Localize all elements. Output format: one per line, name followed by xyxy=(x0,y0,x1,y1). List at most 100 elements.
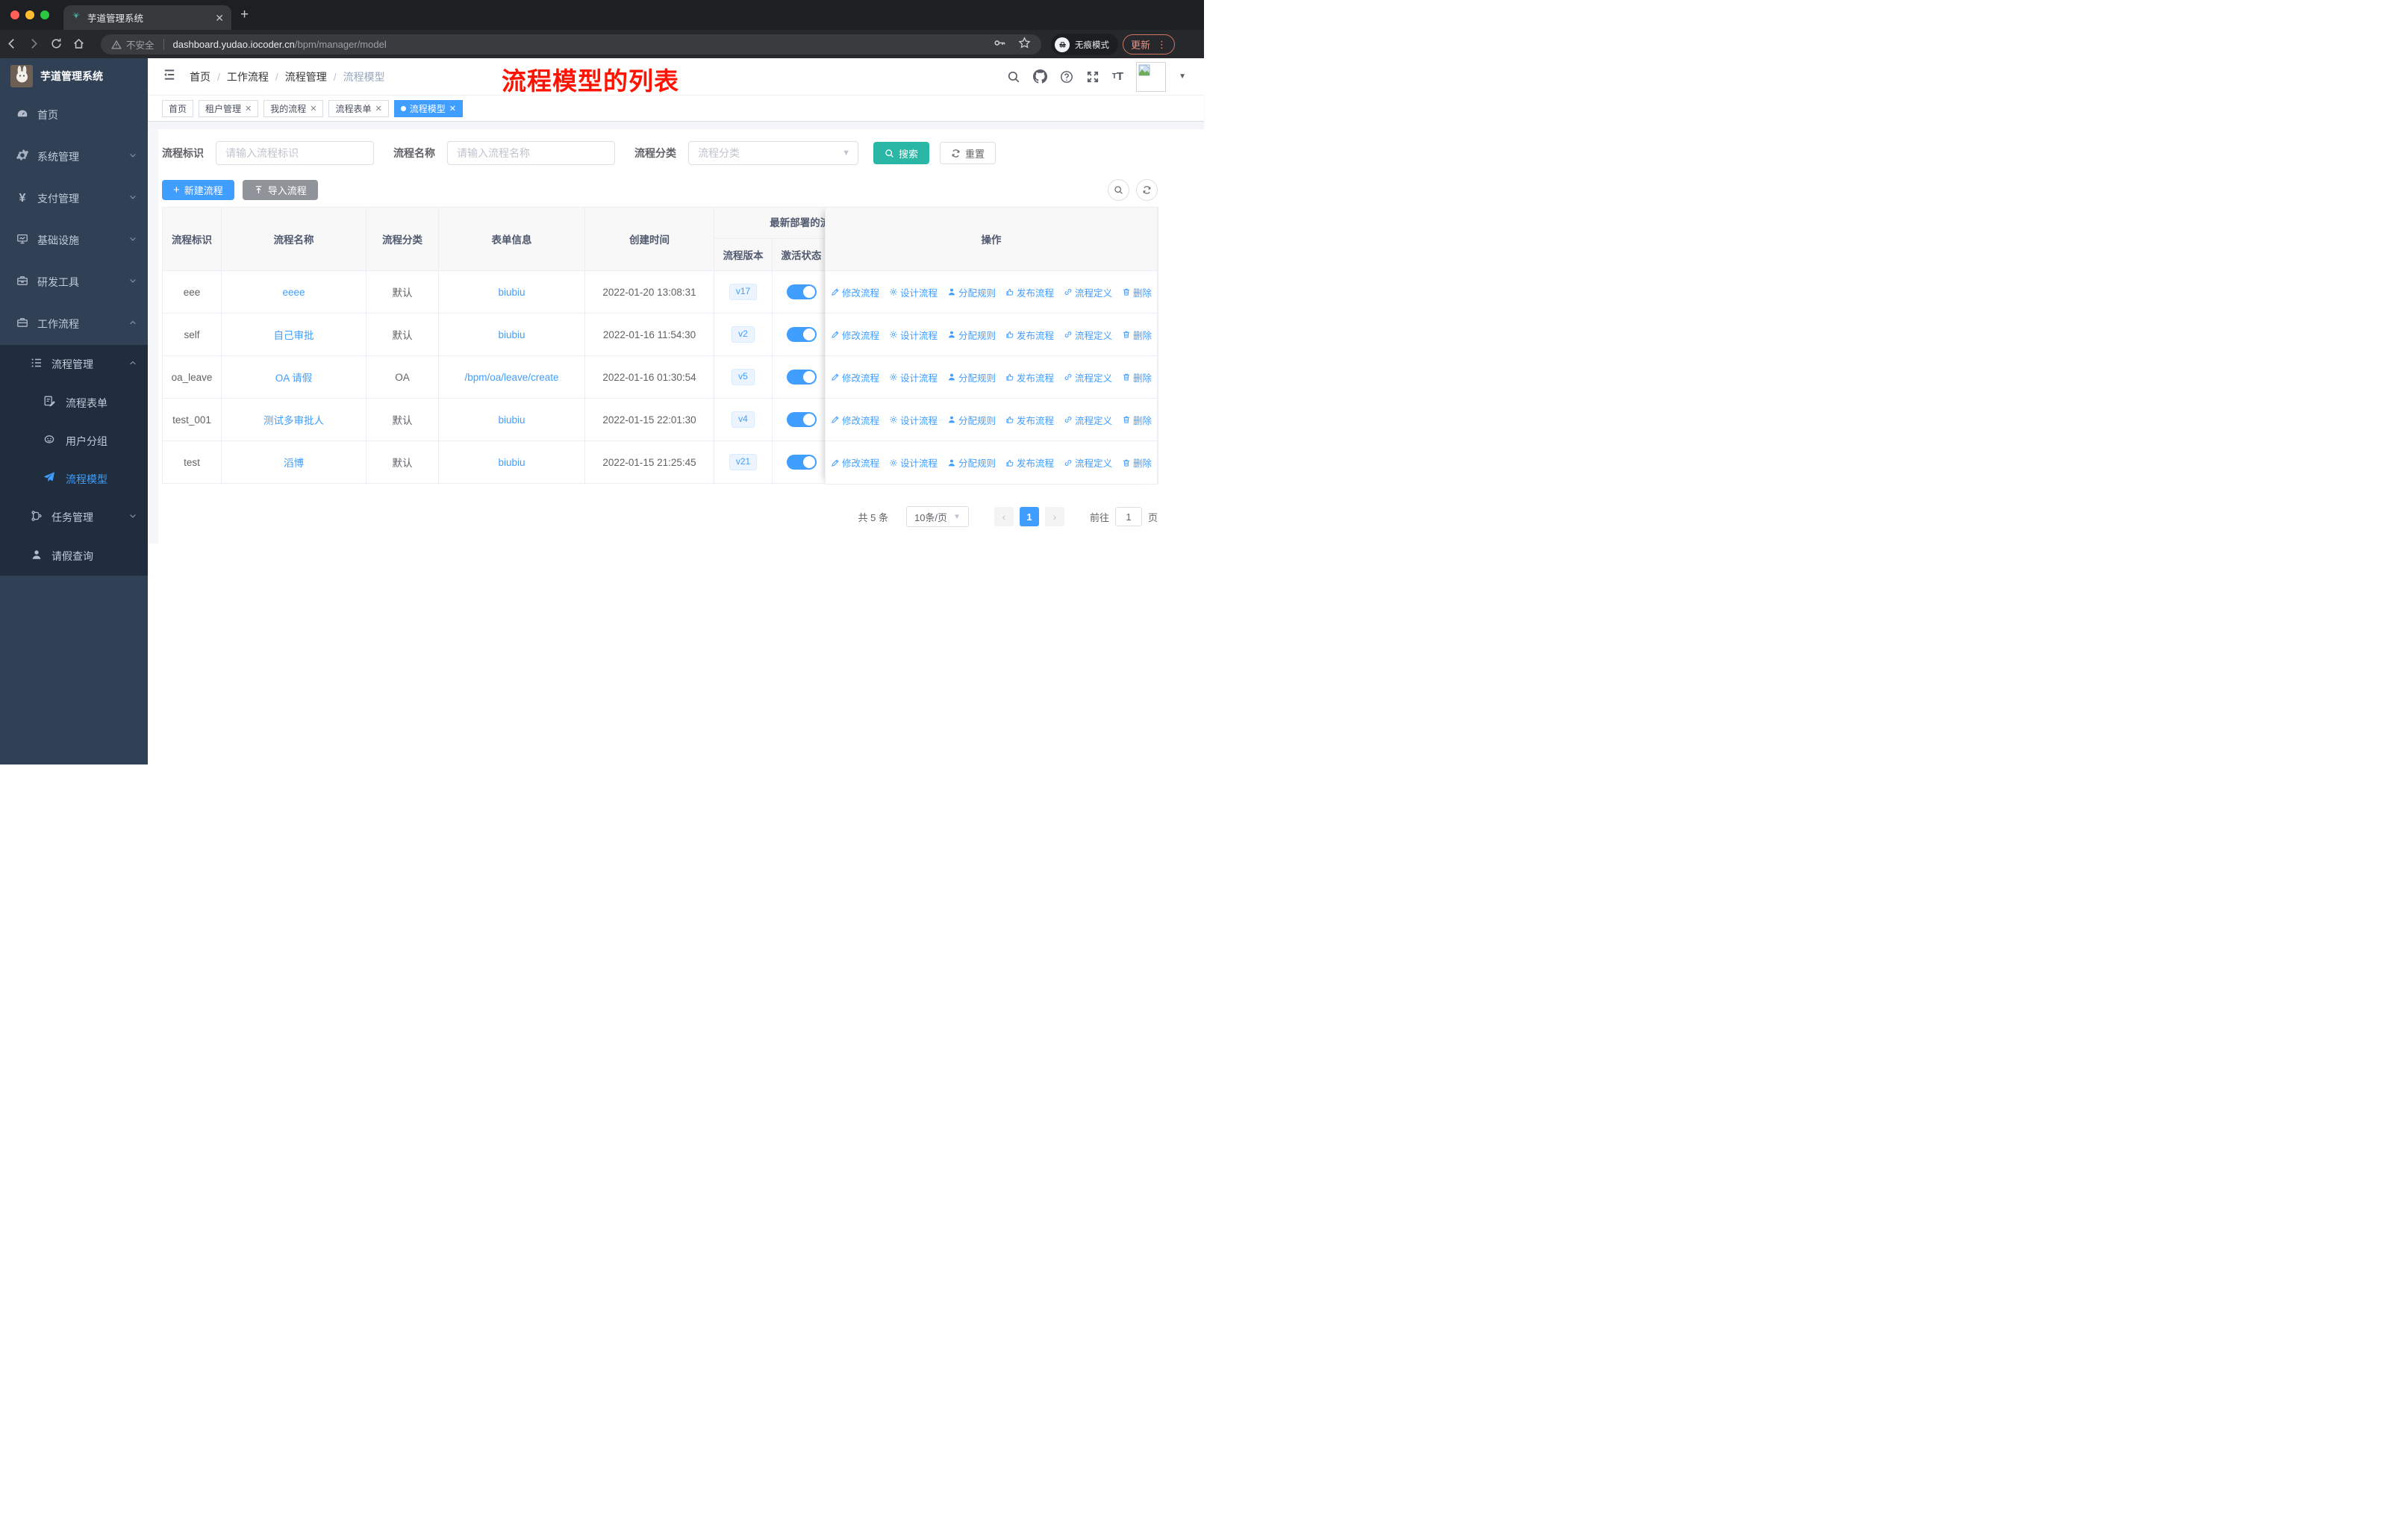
reload-icon[interactable] xyxy=(45,37,67,51)
chrome-update-button[interactable]: 更新 ⋮ xyxy=(1123,34,1176,55)
publish-process-link[interactable]: 发布流程 xyxy=(1005,328,1054,342)
home-icon[interactable] xyxy=(67,37,90,51)
sidebar-item-payment[interactable]: ¥ 支付管理 xyxy=(0,178,148,219)
tag-process-model[interactable]: 流程模型 ✕ xyxy=(393,99,463,117)
publish-process-link[interactable]: 发布流程 xyxy=(1005,413,1054,427)
sidebar-item-devtools[interactable]: 研发工具 xyxy=(0,261,148,303)
browser-menu-icon[interactable]: ⋮ xyxy=(1157,39,1167,51)
sidebar-item-workflow[interactable]: 工作流程 xyxy=(0,303,148,345)
process-name-link[interactable]: OA 请假 xyxy=(275,373,313,384)
address-bar[interactable]: 不安全 dashboard.yudao.iocoder.cn/bpm/manag… xyxy=(101,34,1041,55)
search-button[interactable]: 搜索 xyxy=(873,142,930,164)
tag-process-form[interactable]: 流程表单 ✕ xyxy=(328,99,389,117)
modify-process-link[interactable]: 修改流程 xyxy=(831,285,879,299)
process-category-select[interactable]: 流程分类 ▼ xyxy=(688,141,858,165)
security-warning[interactable]: 不安全 xyxy=(111,37,155,52)
design-process-link[interactable]: 设计流程 xyxy=(889,455,938,470)
page-size-select[interactable]: 10条/页 ▼ xyxy=(905,506,969,527)
delete-link[interactable]: 删除 xyxy=(1122,413,1152,427)
process-name-link[interactable]: 滔博 xyxy=(284,458,304,469)
delete-link[interactable]: 删除 xyxy=(1122,285,1152,299)
password-key-icon[interactable] xyxy=(994,37,1006,53)
process-definition-link[interactable]: 流程定义 xyxy=(1064,328,1112,342)
goto-page-input[interactable] xyxy=(1114,507,1142,526)
next-page-button[interactable]: › xyxy=(1044,507,1064,526)
assign-rule-link[interactable]: 分配规则 xyxy=(947,413,996,427)
back-icon[interactable] xyxy=(0,37,22,51)
close-tag-icon[interactable]: ✕ xyxy=(310,104,316,113)
sidebar-item-leave-query[interactable]: 请假查询 xyxy=(0,537,148,576)
publish-process-link[interactable]: 发布流程 xyxy=(1005,370,1054,384)
import-process-button[interactable]: 导入流程 xyxy=(242,180,318,200)
sidebar-item-process-form[interactable]: 流程表单 xyxy=(0,384,148,422)
design-process-link[interactable]: 设计流程 xyxy=(889,370,938,384)
process-definition-link[interactable]: 流程定义 xyxy=(1064,455,1112,470)
assign-rule-link[interactable]: 分配规则 xyxy=(947,455,996,470)
tag-my-process[interactable]: 我的流程 ✕ xyxy=(263,99,324,117)
process-name-input[interactable] xyxy=(447,141,615,165)
process-id-input[interactable] xyxy=(216,141,374,165)
form-info-link[interactable]: biubiu xyxy=(498,329,525,340)
delete-link[interactable]: 删除 xyxy=(1122,370,1152,384)
close-tag-icon[interactable]: ✕ xyxy=(245,104,252,113)
search-icon[interactable] xyxy=(1007,70,1020,84)
form-info-link[interactable]: biubiu xyxy=(498,414,525,426)
process-definition-link[interactable]: 流程定义 xyxy=(1064,370,1112,384)
process-name-link[interactable]: 自己审批 xyxy=(274,330,314,341)
active-toggle[interactable] xyxy=(786,455,817,470)
publish-process-link[interactable]: 发布流程 xyxy=(1005,285,1054,299)
close-window-button[interactable] xyxy=(10,10,19,19)
form-info-link[interactable]: biubiu xyxy=(498,457,525,468)
bookmark-star-icon[interactable] xyxy=(1018,36,1031,53)
modify-process-link[interactable]: 修改流程 xyxy=(831,328,879,342)
sidebar-item-home[interactable]: 首页 xyxy=(0,94,148,136)
tag-home[interactable]: 首页 xyxy=(162,99,194,117)
new-tab-button[interactable]: + xyxy=(240,7,249,22)
reset-button[interactable]: 重置 xyxy=(940,142,996,164)
close-tag-icon[interactable]: ✕ xyxy=(375,104,382,113)
modify-process-link[interactable]: 修改流程 xyxy=(831,370,879,384)
modify-process-link[interactable]: 修改流程 xyxy=(831,455,879,470)
tag-tenant[interactable]: 租户管理 ✕ xyxy=(199,99,259,117)
active-toggle[interactable] xyxy=(786,327,817,342)
form-info-link[interactable]: biubiu xyxy=(498,287,525,298)
delete-link[interactable]: 删除 xyxy=(1122,455,1152,470)
active-toggle[interactable] xyxy=(786,412,817,427)
assign-rule-link[interactable]: 分配规则 xyxy=(947,328,996,342)
process-name-link[interactable]: eeee xyxy=(282,287,305,298)
avatar-caret-icon[interactable]: ▼ xyxy=(1179,72,1186,81)
prev-page-button[interactable]: ‹ xyxy=(994,507,1014,526)
zoom-window-button[interactable] xyxy=(40,10,49,19)
delete-link[interactable]: 删除 xyxy=(1122,328,1152,342)
forward-icon[interactable] xyxy=(22,37,45,51)
sidebar-item-task-management[interactable]: 任务管理 xyxy=(0,498,148,537)
sidebar-item-system[interactable]: 系统管理 xyxy=(0,136,148,178)
tab-close-icon[interactable]: ✕ xyxy=(215,13,224,23)
assign-rule-link[interactable]: 分配规则 xyxy=(947,285,996,299)
github-icon[interactable] xyxy=(1032,69,1047,84)
page-1-button[interactable]: 1 xyxy=(1019,507,1039,526)
minimize-window-button[interactable] xyxy=(25,10,34,19)
collapse-sidebar-icon[interactable] xyxy=(163,68,176,85)
form-info-link[interactable]: /bpm/oa/leave/create xyxy=(464,372,558,383)
publish-process-link[interactable]: 发布流程 xyxy=(1005,455,1054,470)
breadcrumb-workflow[interactable]: 工作流程 xyxy=(227,69,269,84)
design-process-link[interactable]: 设计流程 xyxy=(889,285,938,299)
browser-tab[interactable]: 芋道管理系统 ✕ xyxy=(63,5,231,30)
close-tag-icon[interactable]: ✕ xyxy=(449,104,456,113)
sidebar-item-infrastructure[interactable]: 基础设施 xyxy=(0,219,148,261)
sidebar-item-process-model[interactable]: 流程模型 xyxy=(0,460,148,498)
process-definition-link[interactable]: 流程定义 xyxy=(1064,413,1112,427)
help-icon[interactable] xyxy=(1060,70,1073,84)
modify-process-link[interactable]: 修改流程 xyxy=(831,413,879,427)
process-name-link[interactable]: 测试多审批人 xyxy=(263,415,324,426)
breadcrumb-process-management[interactable]: 流程管理 xyxy=(285,69,327,84)
avatar[interactable] xyxy=(1136,61,1167,92)
assign-rule-link[interactable]: 分配规则 xyxy=(947,370,996,384)
font-size-icon[interactable]: TT xyxy=(1112,70,1123,83)
create-process-button[interactable]: + 新建流程 xyxy=(162,180,234,200)
active-toggle[interactable] xyxy=(786,370,817,384)
design-process-link[interactable]: 设计流程 xyxy=(889,413,938,427)
sidebar-item-user-group[interactable]: 用户分组 xyxy=(0,422,148,460)
show-search-button[interactable] xyxy=(1108,179,1129,201)
